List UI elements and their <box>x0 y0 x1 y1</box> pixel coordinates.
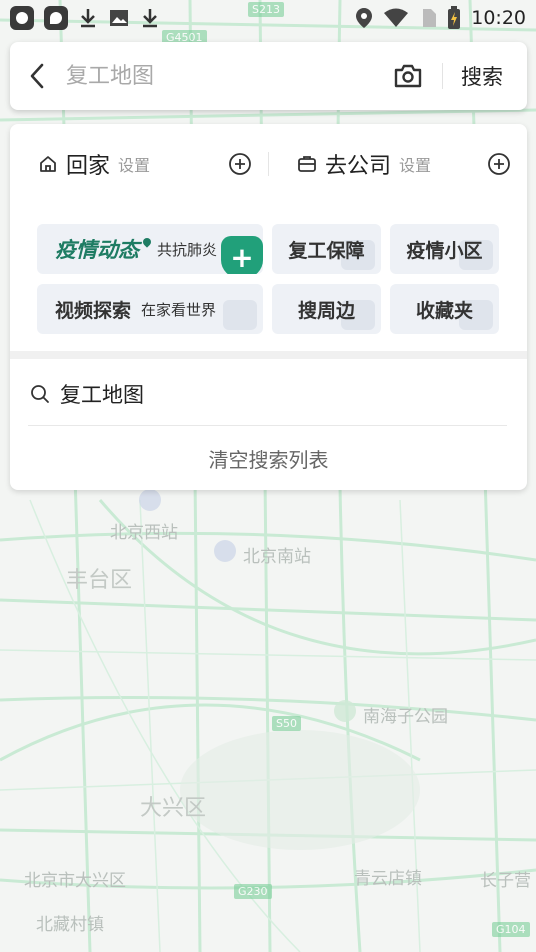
map-label[interactable]: 北京西站 <box>110 518 178 543</box>
tile-video-sub: 在家看世界 <box>141 300 217 319</box>
du-app-icon <box>10 6 34 30</box>
quick-company[interactable]: 去公司 设置 <box>269 148 527 180</box>
history-item[interactable]: 复工地图 <box>30 364 507 424</box>
tile-epidemic-label: 疫情动态 <box>55 238 139 262</box>
camera-icon <box>394 64 422 88</box>
section-separator <box>10 351 527 359</box>
map-label[interactable]: 北京南站 <box>243 542 311 567</box>
briefcase-icon <box>298 156 316 172</box>
quick-company-sub: 设置 <box>399 156 432 175</box>
search-icon <box>31 385 49 403</box>
search-input[interactable] <box>64 62 382 90</box>
train-station-icon[interactable] <box>214 540 236 562</box>
clock: 10:20 <box>471 7 526 29</box>
train-station-icon[interactable] <box>139 489 161 511</box>
map-label: 青云店镇 <box>354 869 422 889</box>
quick-access-row: 回家 设置 去公司 设置 <box>10 124 527 204</box>
map-label[interactable]: 南海子公园 <box>363 702 448 727</box>
back-arrow-icon <box>30 63 44 89</box>
tile-video-label: 视频探索 <box>55 299 132 322</box>
home-icon <box>40 156 56 172</box>
quick-home-sub: 设置 <box>118 156 151 175</box>
search-button[interactable]: 搜索 <box>451 61 527 91</box>
status-bar: 10:20 <box>0 0 536 36</box>
map-label: 丰台区 <box>66 568 133 593</box>
download-icon <box>81 9 95 28</box>
no-sim-icon <box>423 9 437 27</box>
plus-circle-icon <box>229 153 251 175</box>
road-shield: S50 <box>272 716 301 731</box>
tile-epidemic-community[interactable]: 疫情小区 <box>390 224 499 274</box>
park-icon[interactable] <box>334 700 356 722</box>
divider <box>442 63 443 89</box>
camera-button[interactable] <box>382 42 434 110</box>
tile-resume-work[interactable]: 复工保障 <box>272 224 381 274</box>
clear-history-button[interactable]: 清空搜索列表 <box>10 426 527 490</box>
tile-search-nearby[interactable]: 搜周边 <box>272 284 381 334</box>
download-icon <box>143 9 157 28</box>
tile-favorites[interactable]: 收藏夹 <box>390 284 499 334</box>
medical-shield-icon: + <box>221 236 263 274</box>
quick-home-label: 回家 <box>66 154 111 179</box>
location-icon <box>356 8 373 28</box>
tile-nearby-label: 搜周边 <box>297 299 355 322</box>
wifi-icon <box>384 8 409 27</box>
image-icon <box>110 10 128 26</box>
history-item-text: 复工地图 <box>60 383 144 407</box>
quick-home[interactable]: 回家 设置 <box>10 148 268 180</box>
search-bar: 搜索 <box>10 42 527 110</box>
road-shield: G104 <box>492 922 530 937</box>
plus-circle-icon <box>488 153 510 175</box>
map-label: 大兴区 <box>140 796 207 821</box>
search-panel: 回家 设置 去公司 设置 疫情动态 共抗肺炎 + 复工保障 疫情小区 视频探索 … <box>10 124 527 490</box>
quick-company-label: 去公司 <box>325 154 392 179</box>
add-company-button[interactable] <box>487 152 511 176</box>
tile-epidemic-sub: 共抗肺炎 <box>157 240 218 259</box>
du-map-icon <box>44 6 68 30</box>
map-label: 长子营 <box>480 871 531 891</box>
road-shield: G230 <box>234 884 272 899</box>
add-home-button[interactable] <box>228 152 252 176</box>
play-icon <box>223 300 257 330</box>
battery-charging-icon <box>448 6 461 29</box>
map-label: 北京市大兴区 <box>24 871 126 891</box>
tile-video-explore[interactable]: 视频探索 在家看世界 <box>37 284 263 334</box>
tile-community-label: 疫情小区 <box>406 239 483 262</box>
tile-epidemic[interactable]: 疫情动态 共抗肺炎 + <box>37 224 263 274</box>
back-button[interactable] <box>10 42 64 110</box>
tile-resume-label: 复工保障 <box>288 239 365 262</box>
map-label: 北藏村镇 <box>36 915 104 935</box>
location-pin-icon <box>141 236 153 248</box>
tile-favorites-label: 收藏夹 <box>415 299 473 322</box>
